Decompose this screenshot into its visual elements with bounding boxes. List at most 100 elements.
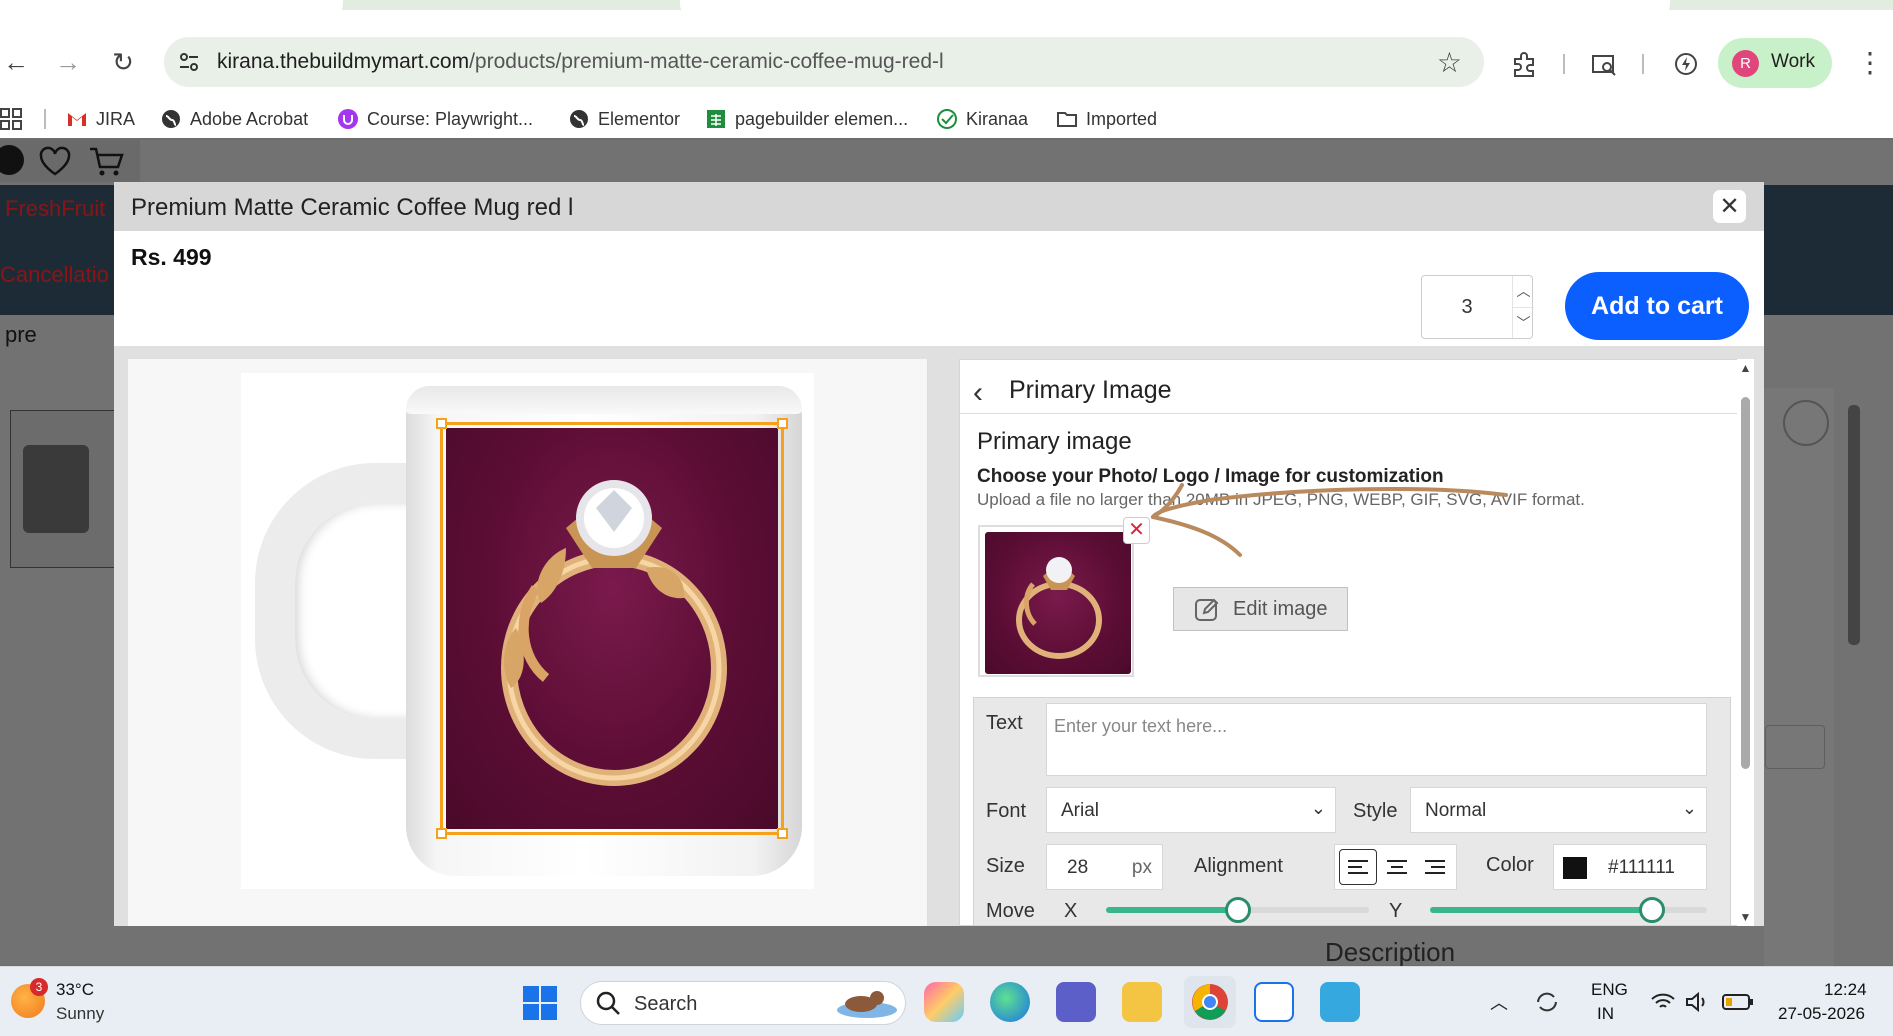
- chrome-taskbar-button[interactable]: [1184, 976, 1236, 1028]
- reload-icon[interactable]: ↻: [107, 46, 139, 78]
- bookmark-pagebuilder[interactable]: pagebuilder elemen...: [705, 105, 908, 133]
- notepad-icon[interactable]: [1320, 982, 1360, 1022]
- extensions-icon[interactable]: [1510, 50, 1538, 78]
- pane-divider: [940, 346, 950, 926]
- clock-date[interactable]: 27-05-2026: [1778, 1004, 1865, 1024]
- print-area-selection[interactable]: [436, 418, 788, 839]
- search-label: Search: [634, 993, 698, 1015]
- edit-image-button[interactable]: Edit image: [1173, 587, 1348, 631]
- resize-handle[interactable]: [436, 828, 447, 839]
- scroll-up-icon[interactable]: ▲: [1739, 361, 1752, 375]
- bookmark-star-icon[interactable]: ☆: [1437, 46, 1462, 79]
- bookmark-kiranaa[interactable]: Kiranaa: [936, 105, 1028, 133]
- file-explorer-icon[interactable]: [1122, 982, 1162, 1022]
- scroll-down-icon[interactable]: ▼: [1739, 910, 1752, 924]
- uploaded-image-thumbnail[interactable]: [978, 525, 1134, 677]
- move-x-handle[interactable]: [1224, 897, 1251, 923]
- toolbar-separator: [1642, 54, 1644, 74]
- customization-panel: ‹ Primary Image Primary image Choose you…: [959, 359, 1754, 926]
- profile-button[interactable]: R Work: [1718, 38, 1832, 88]
- bookmark-course-playwright[interactable]: Course: Playwright...: [337, 105, 533, 133]
- battery-icon[interactable]: [1722, 991, 1754, 1013]
- quantity-stepper[interactable]: 3 ︿ ﹀: [1421, 275, 1534, 339]
- windows-start-icon[interactable]: [522, 985, 558, 1021]
- product-price: Rs. 499: [131, 244, 212, 270]
- style-label: Style: [1353, 800, 1398, 822]
- bookmark-jira[interactable]: JIRA: [66, 105, 135, 133]
- tab-search-icon[interactable]: [1590, 50, 1618, 78]
- text-label: Text: [986, 712, 1023, 734]
- text-input[interactable]: Enter your text here...: [1046, 703, 1707, 776]
- chevron-up-icon[interactable]: ︿: [1490, 989, 1508, 1015]
- add-to-cart-button[interactable]: Add to cart: [1565, 272, 1749, 340]
- volume-icon[interactable]: [1684, 989, 1710, 1015]
- address-bar[interactable]: kirana.thebuildmymart.com/products/premi…: [164, 37, 1484, 87]
- forward-icon[interactable]: →: [52, 46, 84, 78]
- align-left-icon[interactable]: [1339, 849, 1377, 885]
- bookmark-label: Imported: [1086, 108, 1158, 129]
- apps-grid-icon[interactable]: [0, 108, 22, 130]
- browser-menu-icon[interactable]: ⋮: [1856, 46, 1884, 79]
- text-properties: Text Enter your text here... Font Arial …: [973, 697, 1731, 925]
- variant-select[interactable]: [1765, 725, 1825, 769]
- font-select[interactable]: Arial ⌄: [1046, 787, 1336, 833]
- ring-thumbnail: [985, 532, 1131, 674]
- account-icon[interactable]: [0, 145, 24, 175]
- clock-time[interactable]: 12:24: [1824, 980, 1867, 1000]
- performance-icon[interactable]: [1672, 50, 1700, 78]
- resize-handle[interactable]: [777, 828, 788, 839]
- align-center-icon[interactable]: [1378, 849, 1416, 885]
- compare-icon[interactable]: [1783, 400, 1829, 446]
- language-indicator[interactable]: ENG: [1591, 980, 1628, 1000]
- sync-icon[interactable]: [1534, 989, 1560, 1015]
- scroll-thumb[interactable]: [1741, 397, 1750, 769]
- chevron-up-icon[interactable]: ︿: [1513, 276, 1534, 307]
- folder-icon: [1057, 112, 1077, 127]
- cancellation-fragment[interactable]: Cancellatio: [0, 262, 109, 288]
- size-input[interactable]: 28 px: [1046, 844, 1163, 890]
- remove-image-button[interactable]: ✕: [1123, 517, 1150, 544]
- chevron-down-icon[interactable]: ﹀: [1513, 307, 1534, 338]
- taskbar-search[interactable]: Search: [580, 981, 906, 1025]
- move-x-slider[interactable]: [1106, 897, 1369, 923]
- check-circle-icon: [937, 109, 957, 129]
- copilot-icon[interactable]: [924, 982, 964, 1022]
- window-app-icon[interactable]: [1254, 982, 1294, 1022]
- cart-icon[interactable]: [88, 146, 124, 178]
- color-value[interactable]: #111111: [1608, 857, 1675, 879]
- bookmark-elementor[interactable]: Elementor: [568, 105, 680, 133]
- align-right-icon[interactable]: [1416, 849, 1454, 885]
- bookmark-folder-imported[interactable]: Imported: [1056, 105, 1157, 133]
- upload-instruction: Choose your Photo/ Logo / Image for cust…: [977, 466, 1444, 487]
- weather-condition[interactable]: Sunny: [56, 1004, 104, 1024]
- wifi-icon[interactable]: [1650, 989, 1676, 1015]
- resize-handle[interactable]: [436, 418, 447, 429]
- color-picker[interactable]: #111111: [1553, 844, 1707, 890]
- panel-scrollbar[interactable]: ▲ ▼: [1737, 359, 1754, 926]
- region-indicator[interactable]: IN: [1597, 1004, 1614, 1024]
- page-scrollbar[interactable]: [1848, 405, 1860, 645]
- mug-canvas[interactable]: [241, 373, 814, 889]
- bookmark-adobe-acrobat[interactable]: Adobe Acrobat: [160, 105, 308, 133]
- teams-icon[interactable]: [1056, 982, 1096, 1022]
- quantity-input[interactable]: 3: [1422, 296, 1512, 319]
- system-tray[interactable]: [1650, 989, 1760, 1015]
- move-y-handle[interactable]: [1638, 897, 1665, 923]
- site-settings-icon[interactable]: [178, 51, 200, 73]
- quantity-spinner: ︿ ﹀: [1512, 276, 1534, 338]
- back-icon[interactable]: ←: [0, 46, 32, 78]
- product-thumbnail[interactable]: [10, 410, 118, 568]
- style-select[interactable]: Normal ⌄: [1410, 787, 1707, 833]
- close-button[interactable]: ✕: [1713, 190, 1746, 223]
- header-icons: [0, 140, 140, 182]
- move-y-slider[interactable]: [1430, 897, 1707, 923]
- brand-fragment[interactable]: FreshFruit: [5, 196, 105, 222]
- url-text[interactable]: kirana.thebuildmymart.com/products/premi…: [217, 50, 944, 74]
- bookmark-label: Elementor: [598, 108, 681, 129]
- weather-temperature[interactable]: 33°C: [56, 980, 94, 1000]
- color-swatch[interactable]: [1563, 857, 1587, 879]
- back-chevron-icon[interactable]: ‹: [973, 376, 983, 410]
- edge-icon[interactable]: [990, 982, 1030, 1022]
- heart-icon[interactable]: [38, 146, 72, 176]
- resize-handle[interactable]: [777, 418, 788, 429]
